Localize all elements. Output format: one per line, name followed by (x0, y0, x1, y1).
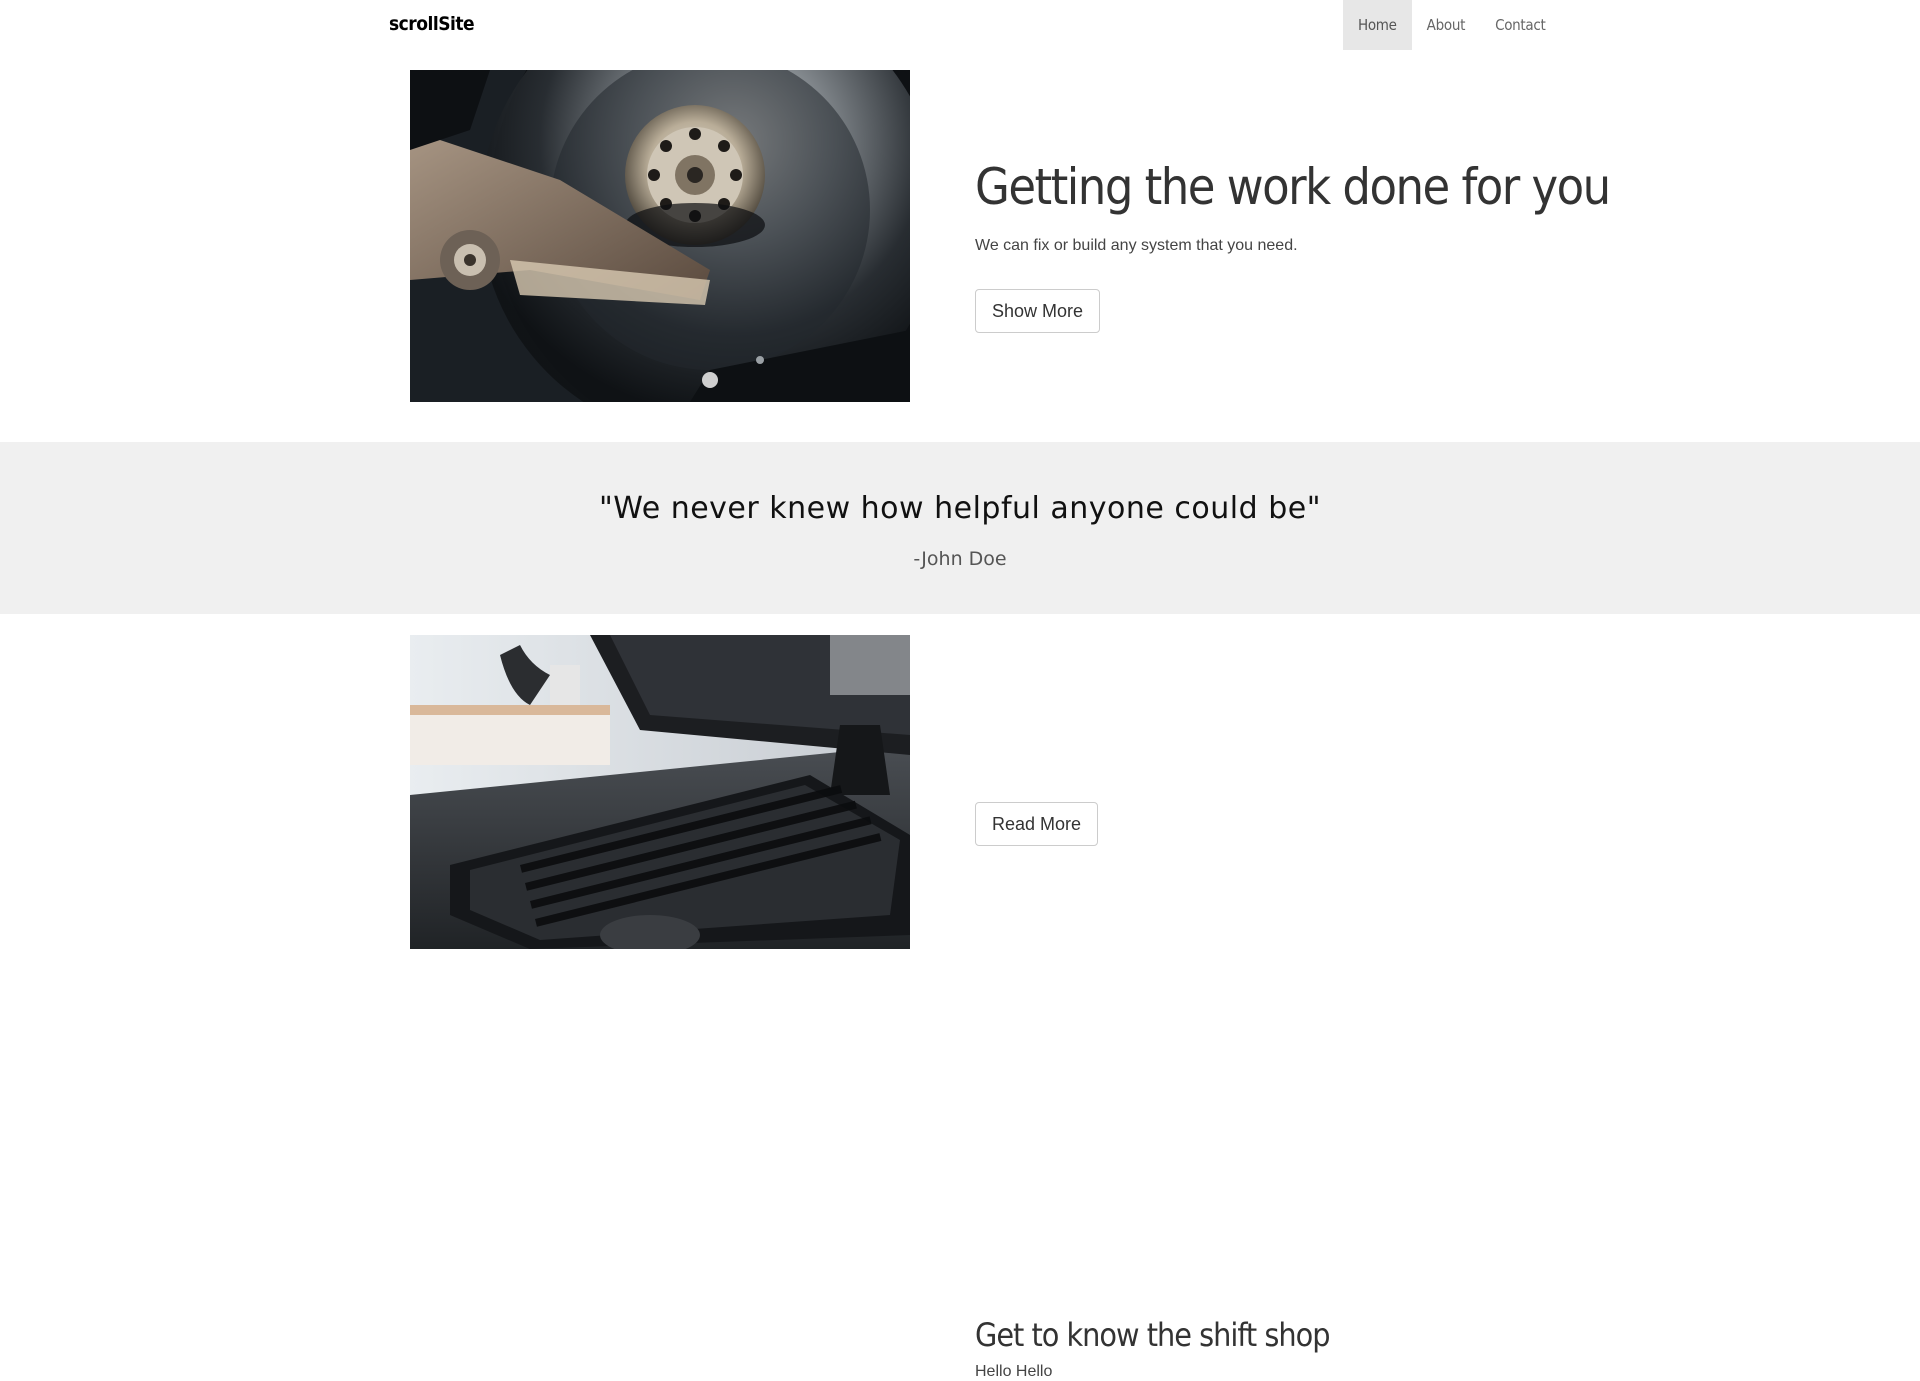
read-more-button[interactable]: Read More (975, 802, 1099, 846)
hero-section: Getting the work done for you We can fix… (0, 0, 1920, 442)
shop-description: Hello Hello (975, 1363, 1053, 1380)
testimonial-author: -John Doe (913, 548, 1007, 570)
keyboard-image (410, 635, 910, 949)
hard-drive-image (410, 70, 910, 402)
shop-section: Get to know the shift shop Hello Hello R… (0, 614, 1920, 1380)
show-more-button[interactable]: Show More (975, 289, 1101, 333)
shop-title: Get to know the shift shop (975, 1316, 1330, 1354)
testimonial-quote: "We never knew how helpful anyone could … (599, 491, 1321, 526)
hero-title: Getting the work done for you (975, 158, 1611, 216)
testimonial-band: "We never knew how helpful anyone could … (0, 442, 1920, 614)
hero-description: We can fix or build any system that you … (975, 237, 1298, 254)
